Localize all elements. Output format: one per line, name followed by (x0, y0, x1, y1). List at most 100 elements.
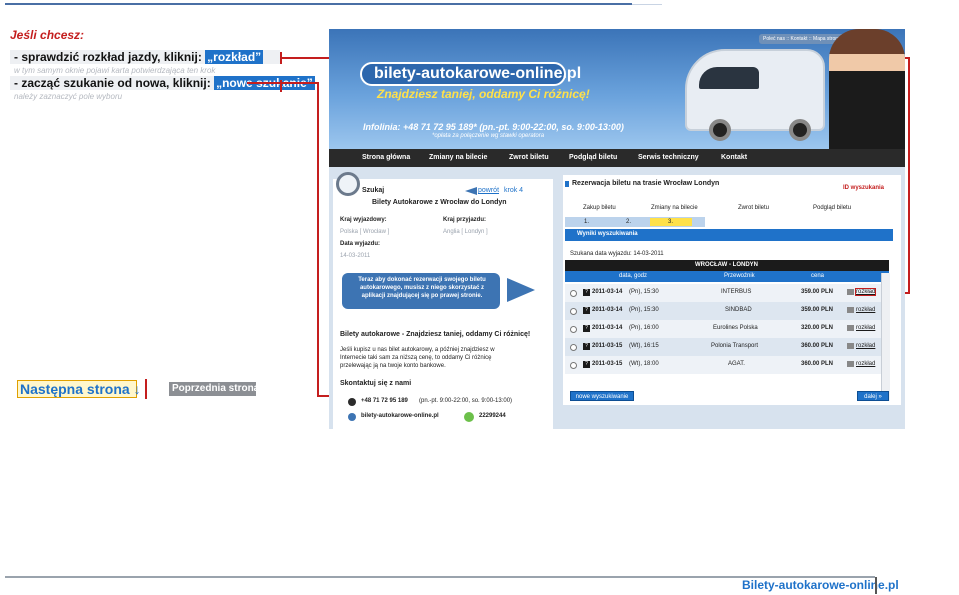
option-new-search-hint: należy zaznaczyć pole wyboru (14, 92, 123, 101)
phone-icon (348, 398, 356, 406)
search-title: Szukaj (362, 187, 385, 194)
row-radio[interactable] (570, 326, 577, 333)
schedule-link[interactable]: rozkład (854, 288, 877, 296)
menu-item-refund[interactable]: Zwrot biletu (509, 149, 549, 167)
search-date: Szukana data wyjazdu: 14-03-2011 (570, 251, 664, 257)
row-carrier: AGAT. (728, 361, 745, 367)
site-top-links[interactable]: Poleć nas :: Kontakt :: Mapa strony (759, 34, 845, 44)
contact-site[interactable]: bilety-autokarowe-online.pl (361, 413, 439, 419)
row-price: 360.00 PLN (801, 343, 834, 349)
row-carrier: INTERBUS (721, 289, 752, 295)
row-day: (Pn), 15:30 (629, 307, 659, 313)
col-date: data, godz (619, 273, 648, 279)
info-bubble-text: Teraz aby dokonać rezerwacji swojego bil… (349, 276, 495, 300)
site-tagline: Znajdziesz taniej, oddamy Ci różnicę! (377, 87, 590, 101)
site-infolinia-note: *opłata za połączenie wg stawki operator… (432, 133, 545, 139)
bus-window (699, 67, 759, 89)
icq-flower-icon (464, 412, 474, 422)
info-icon[interactable]: ? (583, 307, 590, 314)
tab-refund[interactable]: Zwrot biletu (738, 205, 769, 211)
row-radio[interactable] (570, 362, 577, 369)
site-infolinia: Infolinia: +48 71 72 95 189* (pn.-pt. 9:… (363, 122, 624, 132)
info-icon[interactable]: ? (583, 325, 590, 332)
row-date: 2011-03-14 (592, 307, 623, 313)
row-date: 2011-03-14 (592, 325, 623, 331)
departure-country-value: Polska [ Wrocław ] (340, 229, 390, 235)
promo-line: przelewając ją na twoje konto bankowe. (340, 363, 446, 369)
info-bubble-line: autokarowego, musisz z niego skorzystać … (359, 285, 485, 291)
col-price: cena (811, 273, 825, 279)
hostess-image (829, 29, 905, 169)
prev-page-button[interactable]: Poprzednia strona ↑ (169, 382, 267, 396)
website-screenshot: Poleć nas :: Kontakt :: Mapa strony bile… (329, 29, 905, 429)
connector-drop-new-search (317, 82, 319, 396)
info-icon[interactable]: ? (583, 361, 590, 368)
route-label: WROCŁAW - LONDYN (695, 262, 758, 268)
schedule-link[interactable]: rozkład (856, 361, 875, 367)
row-date: 2011-03-14 (592, 289, 623, 295)
date-value: 14-03-2011 (340, 253, 371, 259)
footer-bar (875, 577, 877, 594)
top-rule-extension (632, 4, 662, 5)
option-new-search: - zacząć szukanie od nowa, kliknij: „now… (10, 76, 315, 90)
promo-title: Bilety autokarowe - Znajdziesz taniej, o… (340, 331, 531, 338)
menu-item-contact[interactable]: Kontakt (721, 149, 747, 167)
tab-ticket-changes[interactable]: Zmiany na bilecie (651, 205, 698, 211)
info-icon[interactable]: ? (583, 343, 590, 350)
connector-drop-schedule (908, 57, 910, 293)
arrival-country-value: Anglia [ Londyn ] (443, 229, 488, 235)
menu-item-preview[interactable]: Podgląd biletu (569, 149, 617, 167)
row-radio[interactable] (570, 290, 577, 297)
back-arrow-icon[interactable] (465, 187, 477, 195)
bus-icon (847, 343, 854, 349)
info-icon[interactable]: ? (583, 289, 590, 296)
menu-item-home[interactable]: Strona główna (362, 149, 410, 167)
col-carrier: Przewoźnik (724, 273, 755, 279)
top-rule (5, 3, 632, 5)
next-step-button[interactable]: dalej » (857, 391, 889, 401)
option-schedule-hint: w tym samym oknie pojawi karta potwierdz… (14, 66, 216, 75)
bus-wheel-icon (789, 119, 811, 141)
search-id-label: ID wyszukania (843, 185, 885, 191)
contact-phone: +48 71 72 95 189 (361, 398, 408, 404)
row-carrier: SINDBAD (725, 307, 752, 313)
title-marker (565, 181, 569, 187)
new-search-button[interactable]: nowe wyszukiwanie (570, 391, 634, 401)
arrival-country-label: Kraj przyjazdu: (443, 217, 487, 223)
back-link[interactable]: powrót (478, 187, 499, 194)
bus-icon (847, 289, 854, 295)
connector-line-new-search (247, 82, 319, 84)
info-bubble-line: Teraz aby dokonać rezerwacji swojego bil… (358, 277, 486, 283)
reservation-title: Rezerwacja biletu na trasie Wrocław Lond… (572, 180, 720, 187)
row-price: 320.00 PLN (801, 325, 834, 331)
globe-icon (348, 413, 356, 421)
contact-title: Skontaktuj się z nami (340, 380, 412, 387)
arrow-right-icon (507, 278, 535, 302)
row-date: 2011-03-15 (592, 361, 623, 367)
next-page-button[interactable]: Następna strona ↓ (17, 380, 141, 398)
row-date: 2011-03-15 (592, 343, 623, 349)
question-title: Jeśli chcesz: (10, 28, 85, 42)
date-label: Data wyjazdu: (340, 241, 381, 247)
row-day: (Pn), 15:30 (629, 289, 659, 295)
schedule-link[interactable]: rozkład (856, 325, 875, 331)
promo-line: Internecie taki sam za niższą cenę, to o… (340, 355, 492, 361)
tab-ticket-preview[interactable]: Podgląd biletu (813, 205, 851, 211)
row-price: 359.00 PLN (801, 289, 834, 295)
row-radio[interactable] (570, 308, 577, 315)
bus-wheel-icon (709, 119, 731, 141)
menu-item-changes[interactable]: Zmiany na bilecie (429, 149, 487, 167)
option-schedule-highlight[interactable]: „rozkład” (205, 50, 264, 64)
menu-item-support[interactable]: Serwis techniczny (638, 149, 699, 167)
bus-icon (847, 307, 854, 313)
step-3: 3. (668, 219, 674, 225)
schedule-link[interactable]: rozkład (856, 307, 875, 313)
schedule-link[interactable]: rozkład (856, 343, 875, 349)
tab-buy-ticket[interactable]: Zakup biletu (583, 205, 616, 211)
row-day: (Wt), 18:00 (629, 361, 659, 367)
site-logo[interactable]: bilety-autokarowe-online.pl (374, 65, 581, 83)
row-radio[interactable] (570, 344, 577, 351)
option-schedule: - sprawdzić rozkład jazdy, kliknij: „roz… (10, 50, 280, 64)
bus-icon (847, 361, 854, 367)
results-scrollbar[interactable] (881, 273, 890, 401)
